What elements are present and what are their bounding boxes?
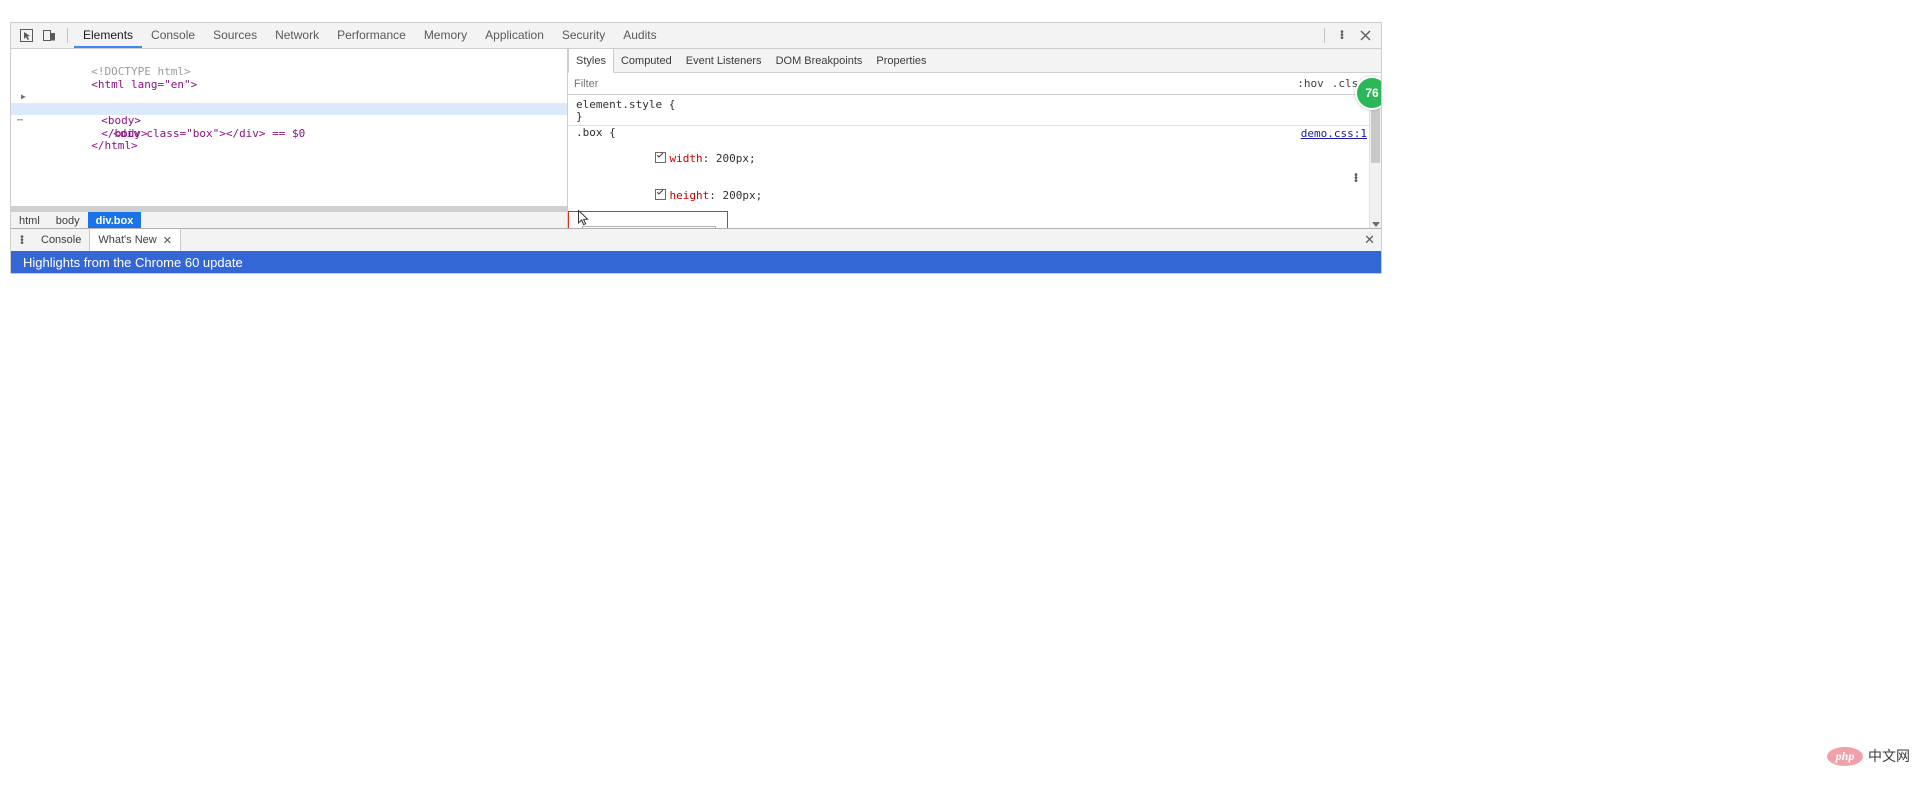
dom-tree: <!DOCTYPE html> <html lang="en"> ▶ <head…	[11, 49, 567, 140]
scroll-down-arrow-icon[interactable]	[1372, 222, 1380, 227]
styles-rules-list: element.style { } demo.css:1 .box { widt…	[568, 95, 1381, 230]
css-rule-element-style: element.style { }	[568, 98, 1381, 126]
dom-node-head[interactable]: ▶ <head>…</head>	[11, 79, 567, 91]
tab-elements-label: Elements	[83, 28, 133, 42]
tab-dom-breakpoints-label: DOM Breakpoints	[776, 55, 863, 67]
tab-performance-label: Performance	[337, 28, 406, 42]
box-selector-text: .box {	[576, 126, 616, 139]
devtools-panels: <!DOCTYPE html> <html lang="en"> ▶ <head…	[11, 49, 1381, 230]
php-logo-text: php	[1836, 749, 1855, 764]
dom-node-div-box[interactable]: ⋯ <div class="box"></div> == $0	[11, 103, 567, 115]
inspect-cursor-icon[interactable]	[15, 26, 37, 46]
tab-computed[interactable]: Computed	[614, 49, 679, 72]
close-icon[interactable]	[1354, 26, 1376, 46]
declaration-height-name[interactable]: height	[669, 189, 709, 202]
tab-console[interactable]: Console	[142, 23, 204, 48]
drawer-tab-console[interactable]: Console	[33, 229, 89, 251]
drawer-tab-whats-new-label: What's New	[98, 234, 156, 246]
declaration-height-value[interactable]: 200px	[722, 189, 755, 202]
tab-performance[interactable]: Performance	[328, 23, 415, 48]
watermark-site-label: 中文网	[1868, 746, 1910, 766]
tab-console-label: Console	[151, 28, 195, 42]
styles-scrollbar[interactable]	[1369, 93, 1381, 230]
css-rule-box: demo.css:1 .box { width: 200px; height: …	[568, 126, 1381, 230]
tab-sources[interactable]: Sources	[204, 23, 266, 48]
watermark: php 中文网	[1827, 746, 1910, 766]
dom-node-doctype[interactable]: <!DOCTYPE html>	[11, 54, 567, 66]
declaration-width-value[interactable]: 200px	[716, 152, 749, 165]
box-selector[interactable]: .box {	[568, 127, 1381, 139]
kebab-menu-icon[interactable]: •••	[1331, 26, 1353, 46]
toolbar-divider-right	[1324, 28, 1325, 43]
tab-memory[interactable]: Memory	[415, 23, 476, 48]
breadcrumb-item-html-label: html	[19, 215, 40, 227]
dom-node-html-close-text: </html>	[91, 139, 137, 152]
tab-audits[interactable]: Audits	[614, 23, 665, 48]
styles-pane-tabs: Styles Computed Event Listeners DOM Brea…	[568, 49, 1381, 73]
styles-filter-row: :hov .cls +	[568, 73, 1381, 95]
toolbar-right-actions: •••	[1318, 26, 1377, 46]
tab-memory-label: Memory	[424, 28, 467, 42]
dom-node-html[interactable]: <html lang="en">	[11, 66, 567, 78]
drawer-kebab-dots: •••	[20, 236, 24, 245]
dom-node-html-close[interactable]: </html>	[11, 128, 567, 140]
declaration-width-name[interactable]: width	[669, 152, 702, 165]
rule-kebab-icon[interactable]: •••	[1353, 174, 1359, 185]
mouse-cursor-icon	[578, 210, 590, 228]
devtools-toolbar: Elements Console Sources Network Perform…	[11, 23, 1381, 49]
tab-styles-label: Styles	[576, 55, 606, 67]
kebab-dots: •••	[1340, 31, 1344, 40]
devtools-drawer: ••• Console What's New ✕ ✕ Highlights fr…	[11, 228, 1381, 273]
status-badge-value: 76	[1365, 86, 1378, 100]
tab-event-listeners-label: Event Listeners	[686, 55, 762, 67]
rule-kebab-dots: •••	[1353, 174, 1359, 183]
breadcrumb-item-body-label: body	[56, 215, 80, 227]
breadcrumb-item-div-box-label: div.box	[96, 215, 134, 227]
tab-application[interactable]: Application	[476, 23, 553, 48]
toolbar-divider	[67, 28, 68, 43]
drawer-tab-close-icon[interactable]: ✕	[163, 234, 172, 247]
whats-new-banner: Highlights from the Chrome 60 update	[11, 251, 1381, 273]
tab-network[interactable]: Network	[266, 23, 328, 48]
drawer-tabs: ••• Console What's New ✕ ✕	[11, 229, 1381, 251]
drawer-tab-whats-new[interactable]: What's New ✕	[89, 229, 181, 251]
devtools-window: Elements Console Sources Network Perform…	[10, 22, 1382, 274]
tab-sources-label: Sources	[213, 28, 257, 42]
declaration-width-checkbox[interactable]	[655, 152, 666, 163]
tab-properties[interactable]: Properties	[869, 49, 933, 72]
dom-tree-pane: <!DOCTYPE html> <html lang="en"> ▶ <head…	[11, 49, 568, 230]
tab-elements[interactable]: Elements	[74, 23, 142, 48]
drawer-close-icon[interactable]: ✕	[1364, 232, 1375, 248]
drawer-menu-icon[interactable]: •••	[11, 229, 33, 251]
drawer-tab-console-label: Console	[41, 234, 81, 246]
styles-pane: Styles Computed Event Listeners DOM Brea…	[568, 49, 1381, 230]
tab-application-label: Application	[485, 28, 544, 42]
tab-security[interactable]: Security	[553, 23, 614, 48]
element-style-selector-text: element.style {	[576, 98, 675, 111]
tab-styles[interactable]: Styles	[568, 49, 614, 73]
declaration-width[interactable]: width: 200px;	[568, 140, 1381, 178]
declaration-height[interactable]: height: 200px;	[568, 177, 1381, 215]
element-style-selector[interactable]: element.style {	[568, 99, 1381, 111]
dom-node-body-close[interactable]: </body>	[11, 115, 567, 127]
styles-filter-input[interactable]	[574, 78, 1289, 90]
dom-node-body[interactable]: ▼ <body>	[11, 91, 567, 103]
hov-toggle-button[interactable]: :hov	[1297, 77, 1324, 90]
tab-audits-label: Audits	[623, 28, 656, 42]
tab-computed-label: Computed	[621, 55, 672, 67]
whats-new-banner-title: Highlights from the Chrome 60 update	[23, 255, 243, 270]
declaration-height-checkbox[interactable]	[655, 189, 666, 200]
php-logo-icon: php	[1827, 747, 1863, 766]
tab-event-listeners[interactable]: Event Listeners	[679, 49, 769, 72]
cls-toggle-button[interactable]: .cls	[1332, 77, 1359, 90]
tab-network-label: Network	[275, 28, 319, 42]
tab-dom-breakpoints[interactable]: DOM Breakpoints	[769, 49, 870, 72]
tab-security-label: Security	[562, 28, 605, 42]
tab-properties-label: Properties	[876, 55, 926, 67]
status-badge[interactable]: 76	[1355, 76, 1381, 110]
element-style-close: }	[568, 111, 1381, 123]
device-toolbar-icon[interactable]	[38, 26, 60, 46]
devtools-main-tabs: Elements Console Sources Network Perform…	[74, 23, 1318, 48]
